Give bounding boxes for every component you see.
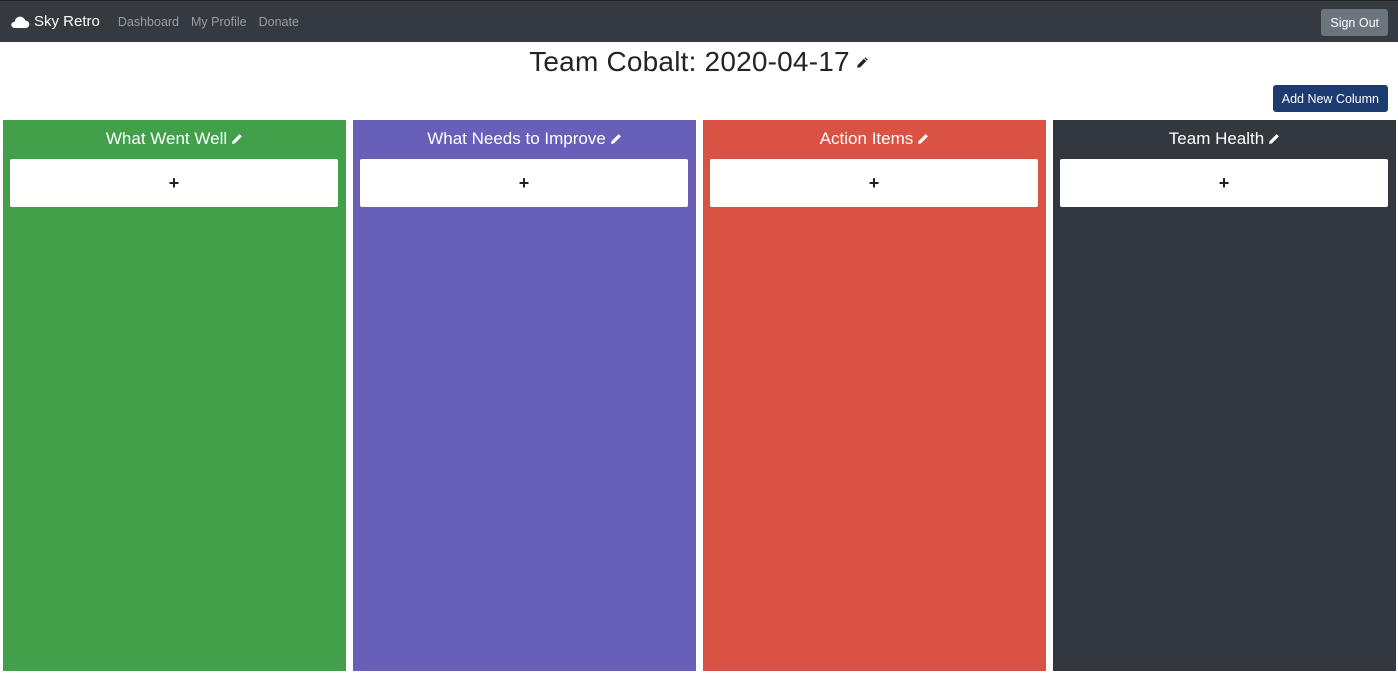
column-header: Team Health — [1053, 120, 1396, 158]
column-what-needs-to-improve: What Needs to Improve + — [353, 120, 696, 671]
brand-link[interactable]: Sky Retro — [10, 13, 100, 30]
edit-column-icon[interactable] — [231, 133, 243, 145]
column-title: Team Health — [1168, 129, 1265, 148]
edit-column-icon[interactable] — [610, 133, 622, 145]
column-header: What Went Well — [3, 120, 346, 158]
column-title: What Went Well — [105, 129, 228, 148]
navbar: Sky Retro Dashboard My Profile Donate Si… — [0, 0, 1398, 42]
add-card-button[interactable]: + — [360, 159, 688, 207]
add-card-button[interactable]: + — [1060, 159, 1388, 207]
nav-link-my-profile[interactable]: My Profile — [191, 15, 247, 29]
edit-title-icon[interactable] — [856, 56, 869, 74]
column-header: What Needs to Improve — [353, 120, 696, 158]
edit-column-icon[interactable] — [1268, 133, 1280, 145]
column-title: What Needs to Improve — [427, 129, 606, 148]
add-card-button[interactable]: + — [10, 159, 338, 207]
board-title: Team Cobalt: 2020-04-17 — [529, 46, 850, 77]
brand-name: Sky Retro — [34, 13, 100, 30]
cloud-icon — [11, 16, 30, 28]
edit-column-icon[interactable] — [917, 133, 929, 145]
column-title: Action Items — [819, 129, 914, 148]
column-what-went-well: What Went Well + — [3, 120, 346, 671]
column-team-health: Team Health + — [1053, 120, 1396, 671]
column-header: Action Items — [703, 120, 1046, 158]
add-card-button[interactable]: + — [710, 159, 1038, 207]
column-action-items: Action Items + — [703, 120, 1046, 671]
board-title-row: Team Cobalt: 2020-04-17 — [0, 42, 1398, 82]
nav-links: Dashboard My Profile Donate — [112, 15, 305, 29]
columns-container: What Went Well + What Needs to Improve +… — [3, 120, 1398, 671]
add-new-column-button[interactable]: Add New Column — [1272, 85, 1388, 112]
sign-out-button[interactable]: Sign Out — [1321, 9, 1388, 36]
nav-link-dashboard[interactable]: Dashboard — [118, 15, 179, 29]
nav-link-donate[interactable]: Donate — [259, 15, 299, 29]
